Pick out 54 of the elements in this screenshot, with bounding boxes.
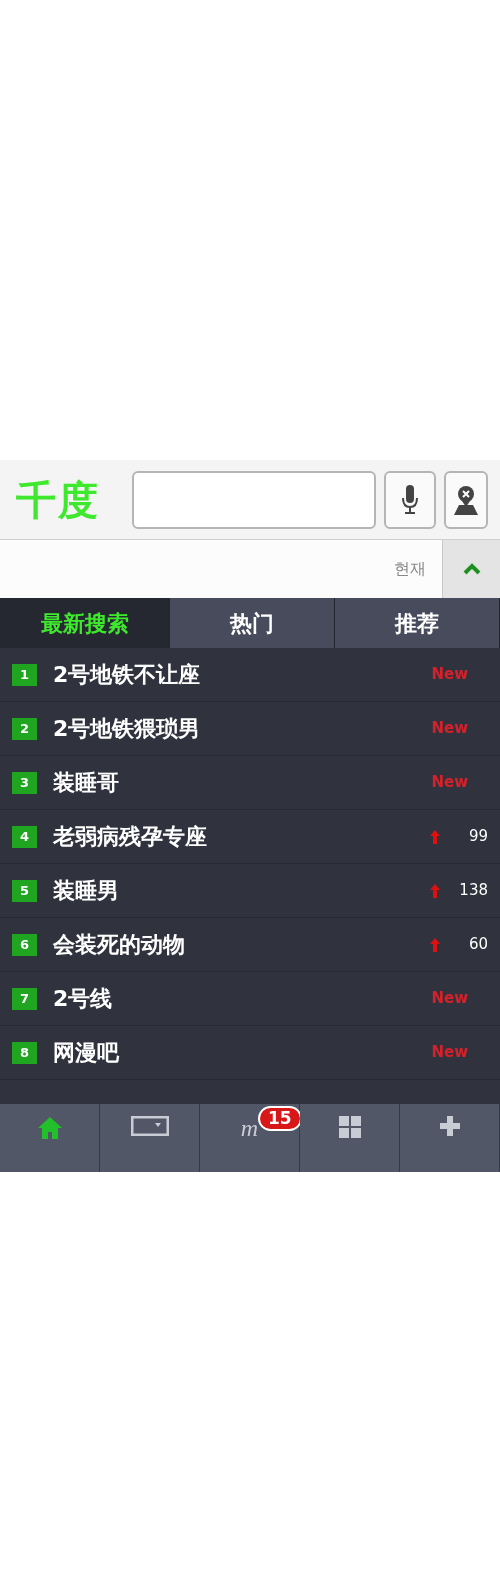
row-title: 2号线 (53, 985, 114, 1013)
tab[interactable]: 热门 (170, 598, 335, 648)
microphone-icon (401, 484, 419, 515)
list-row[interactable]: 5 装睡男 138 (0, 864, 500, 918)
me-logo: m (240, 1116, 259, 1140)
rank-badge: 2 (12, 717, 37, 740)
list-row[interactable]: 4 老弱病残孕专座 99 (0, 810, 500, 864)
nav-button[interactable] (400, 1104, 500, 1172)
list-row[interactable]: 6 会装死的动物 60 (0, 918, 500, 972)
status-label: 현재 (394, 558, 426, 580)
row-title: 网漫吧 (53, 1039, 120, 1067)
count-badge: 15 (258, 1106, 302, 1132)
row-title: 2号地铁不让座 (53, 661, 202, 689)
list-row[interactable]: 2 2号地铁猥琐男 New (0, 702, 500, 756)
microphone-button[interactable] (384, 470, 436, 529)
rank-badge: 5 (12, 879, 37, 902)
rank-change: 60 (467, 934, 488, 956)
rank-badge: 1 (12, 663, 37, 686)
rank-badge: 6 (12, 933, 37, 956)
rank-badge: 4 (12, 825, 37, 848)
new-label: New (431, 988, 468, 1010)
new-label: New (431, 772, 468, 794)
row-title: 装睡哥 (53, 769, 120, 797)
list-row[interactable]: 8 网漫吧 New (0, 1026, 500, 1080)
logo: 千度 (15, 475, 101, 525)
row-title: 老弱病残孕专座 (53, 823, 208, 851)
new-label: New (431, 1042, 468, 1064)
list-row[interactable]: 3 装睡哥 New (0, 756, 500, 810)
up-arrow-icon (430, 937, 440, 952)
up-arrow-icon (430, 883, 440, 898)
collapse-button[interactable] (442, 540, 500, 598)
row-title: 会装死的动物 (53, 931, 186, 959)
up-arrow-icon (430, 829, 440, 844)
rank-change: 138 (458, 880, 488, 902)
tab[interactable]: 最新搜索 (0, 598, 170, 648)
nav-button[interactable] (300, 1104, 400, 1172)
search-field[interactable] (132, 470, 376, 529)
rank-badge: 8 (12, 1041, 37, 1064)
row-title: 2号地铁猥琐男 (53, 715, 202, 743)
tab[interactable]: 推荐 (335, 598, 500, 648)
list-row[interactable]: 7 2号线 New (0, 972, 500, 1026)
nav-button[interactable] (100, 1104, 200, 1172)
list-row[interactable]: 1 2号地铁不让座 New (0, 648, 500, 702)
rank-badge: 7 (12, 987, 37, 1010)
location-button[interactable] (444, 470, 488, 529)
rank-change: 99 (467, 826, 488, 848)
row-title: 装睡男 (53, 877, 120, 905)
new-label: New (431, 718, 468, 740)
map-pin-icon (454, 484, 478, 515)
nav-button[interactable] (0, 1104, 100, 1172)
rank-badge: 3 (12, 771, 37, 794)
new-label: New (431, 664, 468, 686)
chevron-icon (462, 563, 481, 575)
nav-button[interactable]: m 15 (200, 1104, 300, 1172)
